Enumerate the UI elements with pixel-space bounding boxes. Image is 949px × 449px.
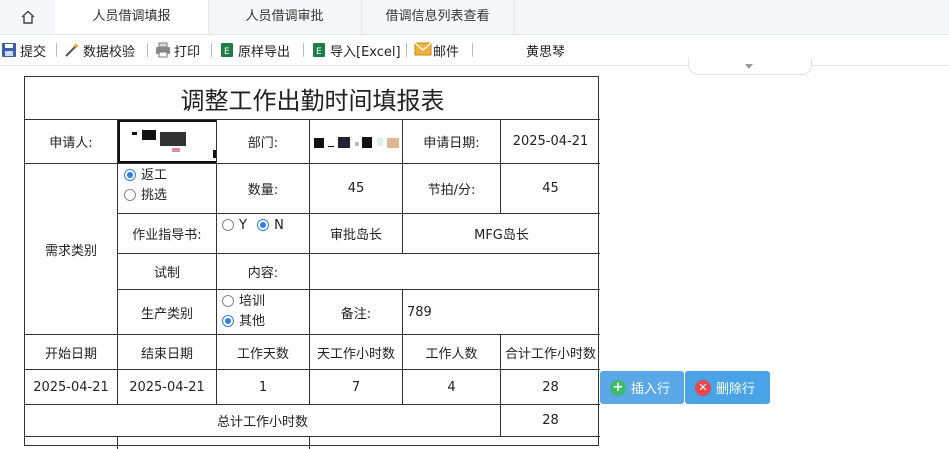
sop-label: 作业指导书: <box>118 214 217 254</box>
redaction <box>142 130 156 140</box>
takt-value[interactable]: 45 <box>501 164 600 214</box>
total-hours-value: 28 <box>501 405 600 437</box>
import-button[interactable]: E 导入[Excel] <box>311 35 401 65</box>
radio-sop-y[interactable]: Y <box>222 218 247 233</box>
insert-row-button[interactable]: + 插入行 <box>600 371 684 404</box>
redaction <box>172 148 180 152</box>
mail-button[interactable]: 邮件 <box>414 35 459 65</box>
excel-icon: E <box>219 42 235 58</box>
dept-field[interactable] <box>310 120 403 164</box>
qty-label: 数量: <box>217 164 310 214</box>
table-cell[interactable]: 2025-04-21 <box>118 370 217 405</box>
save-icon <box>1 42 17 58</box>
tab-borrow-fill[interactable]: 人员借调填报 <box>55 0 209 34</box>
apply-date-label: 申请日期: <box>403 120 501 164</box>
divider <box>472 43 473 57</box>
takt-label: 节拍/分: <box>403 164 501 214</box>
form-title: 调整工作出勤时间填报表 <box>25 77 600 120</box>
header-start-date: 开始日期 <box>25 335 118 370</box>
delete-row-button[interactable]: ✕ 删除行 <box>685 371 770 404</box>
redaction <box>132 132 137 135</box>
qty-value[interactable]: 45 <box>310 164 403 214</box>
table-cell[interactable]: 1 <box>217 370 310 405</box>
export-button[interactable]: E 原样导出 <box>219 35 290 65</box>
total-hours-label: 总计工作小时数 <box>25 405 501 437</box>
svg-text:E: E <box>316 47 322 57</box>
radio-sorting[interactable]: 挑选 <box>124 186 167 206</box>
svg-text:E: E <box>224 47 230 57</box>
demand-radio-group: 返工 挑选 <box>124 166 167 206</box>
header-work-days: 工作天数 <box>217 335 310 370</box>
table-cell: 28 <box>501 370 600 405</box>
redaction <box>338 137 350 148</box>
applicant-field[interactable] <box>118 120 217 164</box>
radio-checked-icon <box>124 169 136 181</box>
redaction <box>362 137 372 148</box>
prod-radio-group: 培训 其他 <box>222 292 265 332</box>
radio-checked-icon <box>257 219 270 231</box>
validate-button[interactable]: 数据校验 <box>64 35 135 65</box>
redaction <box>377 138 383 146</box>
approver-value[interactable]: MFG岛长 <box>403 214 600 254</box>
divider <box>147 43 148 57</box>
radio-rework[interactable]: 返工 <box>124 166 167 186</box>
overtime-form: 调整工作出勤时间填报表 申请人: 部门: 申请日期: 2025-04-21 需求… <box>24 76 600 449</box>
table-cell[interactable]: 7 <box>310 370 403 405</box>
redaction <box>314 138 324 148</box>
tab-borrow-approve[interactable]: 人员借调审批 <box>208 0 362 34</box>
home-icon[interactable] <box>0 0 55 34</box>
radio-checked-icon <box>222 315 234 327</box>
redaction <box>355 142 359 146</box>
collapse-toggle[interactable] <box>688 58 812 75</box>
close-icon: ✕ <box>695 379 711 396</box>
divider <box>56 43 57 57</box>
redaction <box>160 132 186 146</box>
divider <box>303 43 304 57</box>
divider <box>211 43 212 57</box>
content-label: 内容: <box>217 254 310 290</box>
remark-label: 备注: <box>310 290 403 335</box>
header-daily-hours: 天工作小时数 <box>310 335 403 370</box>
sop-radio-group: Y N <box>222 216 284 236</box>
header-workers: 工作人数 <box>403 335 501 370</box>
tab-borrow-list[interactable]: 借调信息列表查看 <box>361 0 515 34</box>
trial-label: 试制 <box>118 254 217 290</box>
plus-icon: + <box>610 379 626 396</box>
content-field[interactable] <box>310 254 600 290</box>
table-cell <box>118 437 310 449</box>
radio-icon <box>124 189 136 201</box>
dept-label: 部门: <box>217 120 310 164</box>
current-user: 黄思琴 <box>526 44 566 60</box>
remark-value[interactable]: 789 <box>403 290 600 335</box>
table-cell[interactable]: 2025-04-21 <box>25 370 118 405</box>
submit-button[interactable]: 提交 <box>1 35 46 65</box>
tab-bar: 人员借调填报 人员借调审批 借调信息列表查看 <box>0 0 949 35</box>
redaction <box>328 146 334 147</box>
apply-date-value[interactable]: 2025-04-21 <box>501 120 600 164</box>
approver-label: 审批岛长 <box>310 214 403 254</box>
prod-type-label: 生产类别 <box>118 290 217 335</box>
print-button[interactable]: 打印 <box>155 35 200 65</box>
redaction <box>387 138 399 148</box>
applicant-label: 申请人: <box>25 120 118 164</box>
radio-sop-n[interactable]: N <box>257 218 284 233</box>
mail-icon <box>414 42 432 58</box>
printer-icon <box>155 42 171 58</box>
radio-other[interactable]: 其他 <box>222 312 265 332</box>
redaction <box>213 150 216 158</box>
radio-training[interactable]: 培训 <box>222 292 265 312</box>
table-cell <box>25 437 118 449</box>
header-end-date: 结束日期 <box>118 335 217 370</box>
wand-icon <box>64 42 80 58</box>
excel-icon: E <box>311 42 327 58</box>
table-cell[interactable]: 4 <box>403 370 501 405</box>
demand-type-label: 需求类别 <box>25 164 118 335</box>
radio-icon <box>222 219 234 231</box>
header-total-hours: 合计工作小时数 <box>501 335 600 370</box>
divider <box>406 43 407 57</box>
radio-icon <box>222 295 234 307</box>
